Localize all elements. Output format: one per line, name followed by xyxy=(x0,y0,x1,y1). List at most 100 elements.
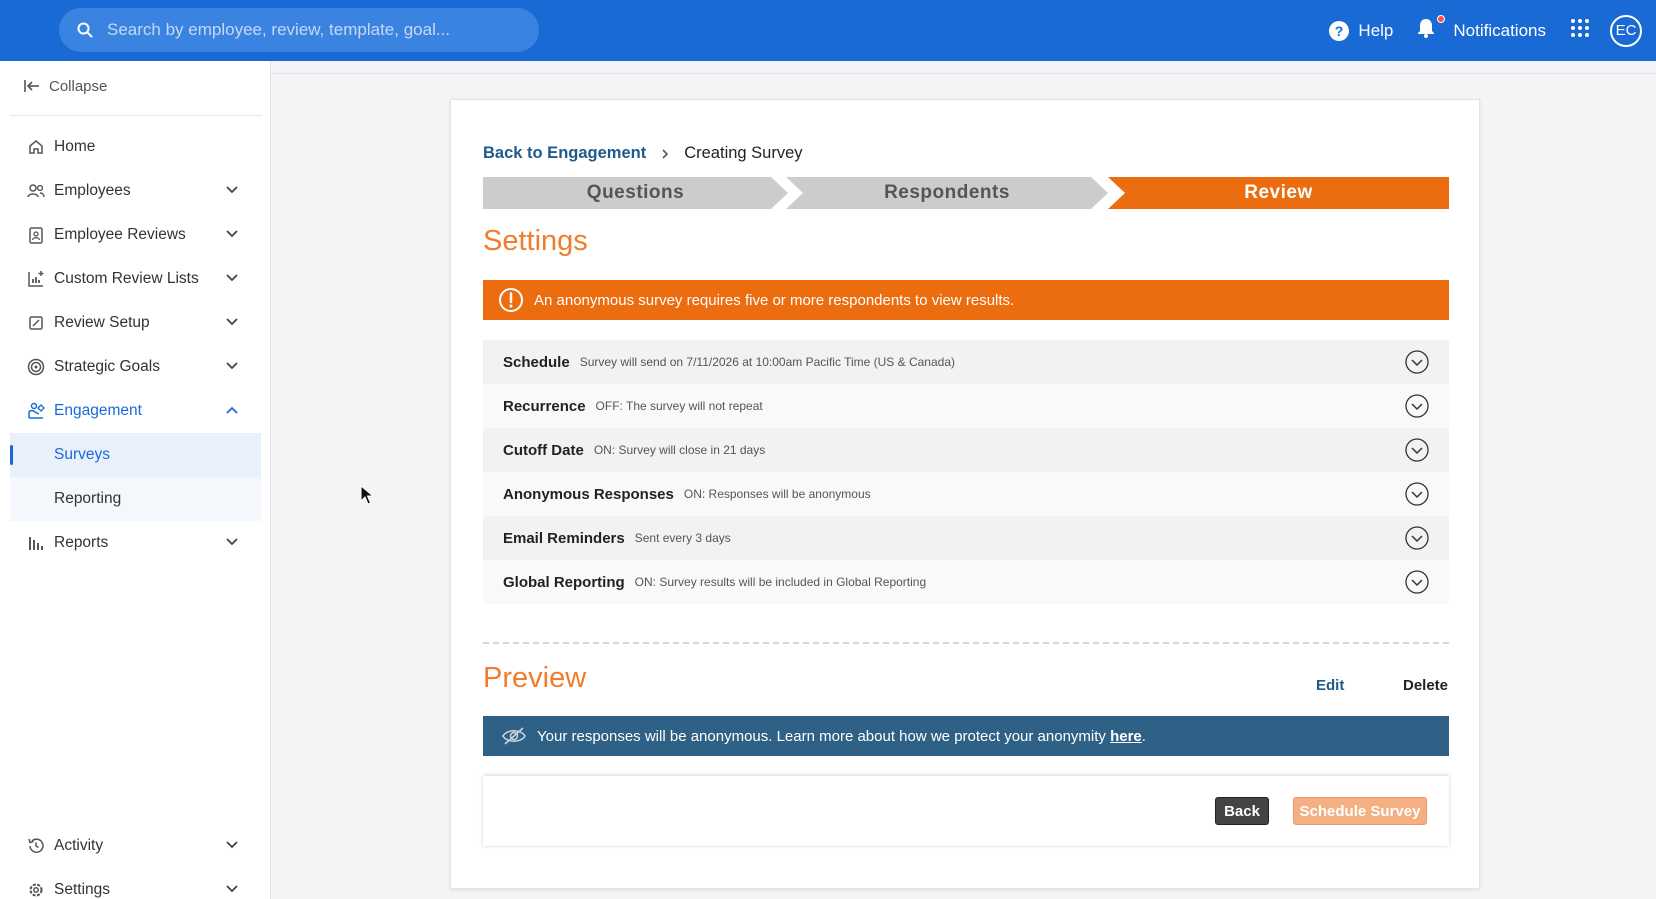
setting-row-global-reporting[interactable]: Global Reporting ON: Survey results will… xyxy=(483,560,1449,604)
chart-add-icon xyxy=(26,269,46,289)
sidebar-item-label: Settings xyxy=(54,881,111,898)
svg-text:?: ? xyxy=(1335,23,1344,39)
setting-row-anonymous-responses[interactable]: Anonymous Responses ON: Responses will b… xyxy=(483,472,1449,516)
search-input[interactable] xyxy=(107,20,507,40)
setting-label: Cutoff Date xyxy=(503,441,584,459)
edit-link[interactable]: Edit xyxy=(1316,677,1344,694)
notification-badge xyxy=(1437,15,1446,23)
setting-description: ON: Responses will be anonymous xyxy=(683,487,871,501)
setting-label: Schedule xyxy=(503,353,570,371)
chevron-down-icon xyxy=(226,274,238,282)
sidebar-subitem-label: Reporting xyxy=(54,490,122,507)
sidebar-item-home[interactable]: Home xyxy=(10,125,261,169)
sidebar-item-review-setup[interactable]: Review Setup xyxy=(10,301,261,345)
setting-row-recurrence[interactable]: Recurrence OFF: The survey will not repe… xyxy=(483,384,1449,428)
engagement-icon xyxy=(26,401,46,421)
sidebar-item-strategic-goals[interactable]: Strategic Goals xyxy=(10,345,261,389)
collapse-button[interactable]: Collapse xyxy=(24,71,107,101)
expand-circle-icon[interactable] xyxy=(1405,438,1429,462)
expand-circle-icon[interactable] xyxy=(1405,526,1429,550)
sidebar-subitem-label: Surveys xyxy=(54,446,110,463)
search-bar[interactable] xyxy=(59,8,539,52)
chevron-down-icon xyxy=(226,318,238,326)
apps-grid-button[interactable] xyxy=(1570,18,1590,43)
chevron-down-icon xyxy=(226,362,238,370)
sidebar-item-label: Strategic Goals xyxy=(54,358,160,375)
bell-icon xyxy=(1417,15,1446,43)
sidebar-item-settings[interactable]: Settings xyxy=(10,868,261,899)
sidebar-item-custom-review-lists[interactable]: Custom Review Lists xyxy=(10,257,261,301)
sidebar-item-employees[interactable]: Employees xyxy=(10,169,261,213)
chevron-down-icon xyxy=(226,538,238,546)
expand-circle-icon[interactable] xyxy=(1405,350,1429,374)
settings-title: Settings xyxy=(483,225,588,257)
setting-row-schedule[interactable]: Schedule Survey will send on 7/11/2026 a… xyxy=(483,340,1449,384)
sidebar-subitem-surveys[interactable]: Surveys xyxy=(10,433,261,477)
people-icon xyxy=(26,181,46,201)
sidebar-item-engagement[interactable]: Engagement xyxy=(10,389,261,433)
anonymity-warning-banner: An anonymous survey requires five or mor… xyxy=(483,280,1449,320)
setting-row-cutoff-date[interactable]: Cutoff Date ON: Survey will close in 21 … xyxy=(483,428,1449,472)
back-button[interactable]: Back xyxy=(1215,797,1269,825)
sidebar-item-label: Employee Reviews xyxy=(54,226,186,243)
setting-row-email-reminders[interactable]: Email Reminders Sent every 3 days xyxy=(483,516,1449,560)
sidebar-item-label: Engagement xyxy=(54,402,142,419)
sidebar-item-employee-reviews[interactable]: Employee Reviews xyxy=(10,213,261,257)
sidebar-item-label: Employees xyxy=(54,182,131,199)
top-bar: ? Help Notifications EC xyxy=(0,0,1656,61)
notifications-label: Notifications xyxy=(1453,20,1546,40)
preview-title: Preview xyxy=(483,662,587,694)
sidebar-item-label: Reports xyxy=(54,534,109,551)
alert-icon xyxy=(499,288,523,312)
chevron-up-icon xyxy=(226,406,238,414)
sidebar-item-reports[interactable]: Reports xyxy=(10,521,261,565)
user-avatar[interactable]: EC xyxy=(1610,14,1642,47)
sidebar-item-label: Review Setup xyxy=(54,314,150,331)
chevron-down-icon xyxy=(226,230,238,238)
step-label: Respondents xyxy=(884,182,1010,203)
chevron-down-icon xyxy=(226,885,238,893)
breadcrumb: Back to Engagement Creating Survey xyxy=(483,144,803,163)
survey-review-card: Back to Engagement Creating Survey Quest… xyxy=(450,99,1480,889)
section-divider xyxy=(483,642,1449,644)
setting-description: OFF: The survey will not repeat xyxy=(595,399,763,413)
step-label: Review xyxy=(1244,182,1313,203)
warning-text: An anonymous survey requires five or mor… xyxy=(534,291,1015,309)
setting-label: Email Reminders xyxy=(503,529,625,547)
help-button[interactable]: ? Help xyxy=(1328,20,1393,42)
sidebar: Collapse Home Employees Employee Reviews… xyxy=(0,61,271,899)
sidebar-divider xyxy=(10,115,262,116)
chevron-down-icon xyxy=(226,186,238,194)
setting-description: ON: Survey will close in 21 days xyxy=(593,443,766,457)
expand-circle-icon[interactable] xyxy=(1405,482,1429,506)
step-questions[interactable]: Questions xyxy=(483,177,788,209)
setting-label: Global Reporting xyxy=(503,573,625,591)
delete-link[interactable]: Delete xyxy=(1403,677,1448,694)
setting-description: ON: Survey results will be included in G… xyxy=(634,575,927,589)
home-icon xyxy=(26,137,46,157)
back-to-engagement-link[interactable]: Back to Engagement xyxy=(483,144,646,163)
bar-chart-icon xyxy=(26,533,46,553)
search-icon xyxy=(77,22,93,38)
sidebar-item-activity[interactable]: Activity xyxy=(10,824,261,868)
setting-label: Recurrence xyxy=(503,397,586,415)
expand-circle-icon[interactable] xyxy=(1405,570,1429,594)
history-icon xyxy=(26,836,46,856)
help-icon: ? xyxy=(1329,20,1350,41)
step-review[interactable]: Review xyxy=(1108,177,1449,209)
sidebar-item-label: Home xyxy=(54,138,96,155)
anonymity-text: Your responses will be anonymous. Learn … xyxy=(537,727,1146,745)
notifications-button[interactable]: Notifications xyxy=(1417,15,1546,43)
anonymity-here-link[interactable]: here xyxy=(1110,728,1142,745)
expand-circle-icon[interactable] xyxy=(1405,394,1429,418)
setting-label: Anonymous Responses xyxy=(503,485,674,503)
chevron-down-icon xyxy=(226,841,238,849)
settings-list: Schedule Survey will send on 7/11/2026 a… xyxy=(483,340,1449,604)
sidebar-subitem-reporting[interactable]: Reporting xyxy=(10,477,261,521)
breadcrumb-current: Creating Survey xyxy=(684,144,803,162)
chevron-right-icon xyxy=(662,148,669,159)
action-footer: Back Schedule Survey xyxy=(483,776,1449,846)
sidebar-item-label: Activity xyxy=(54,837,104,854)
step-respondents[interactable]: Respondents xyxy=(786,177,1108,209)
schedule-survey-button[interactable]: Schedule Survey xyxy=(1293,797,1427,825)
